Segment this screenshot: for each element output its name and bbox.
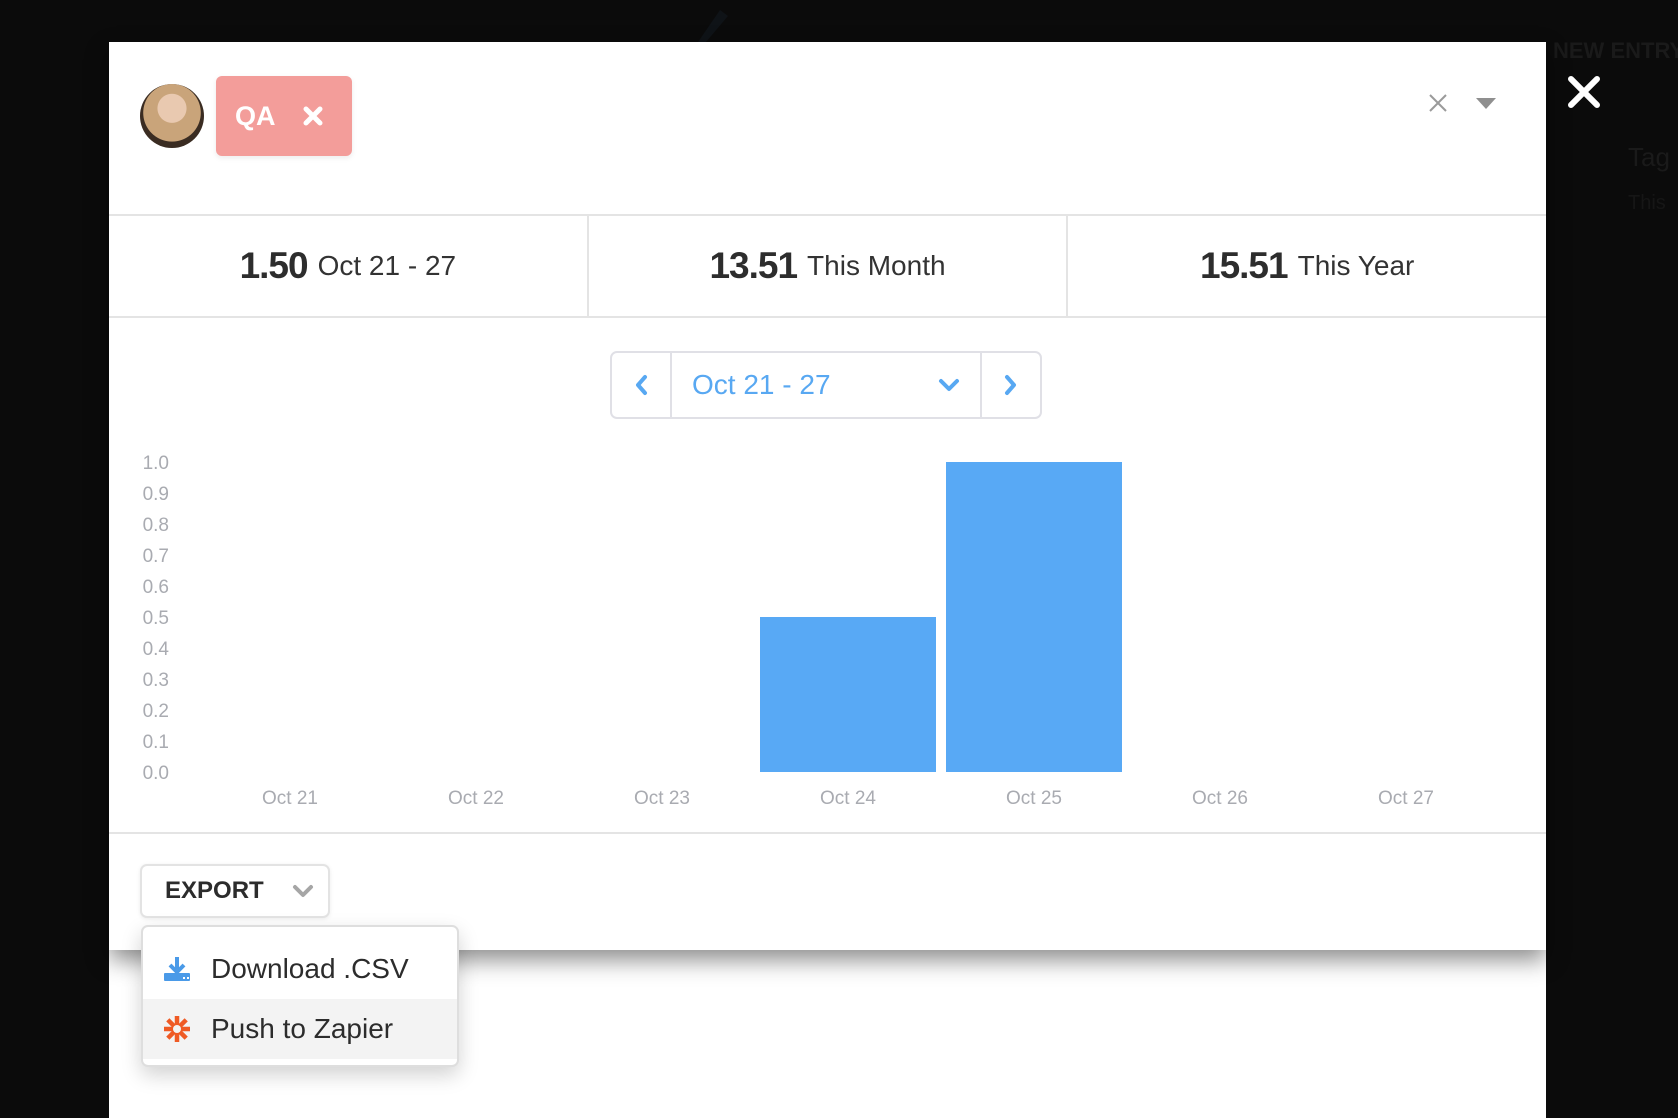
close-overlay-icon[interactable] <box>1566 74 1602 110</box>
chart-svg: 0.0 0.1 0.2 0.3 0.4 0.5 0.6 0.7 0.8 0.9 1.0 Oct 21 O… <box>143 453 1434 809</box>
range-select[interactable]: Oct 21 - 27 <box>672 353 980 417</box>
x-tick-label: Oct 22 <box>448 788 504 809</box>
tag-chip-label: QA <box>235 100 276 131</box>
stat-value: 13.51 <box>709 245 798 286</box>
next-range-button[interactable] <box>980 353 1040 417</box>
menu-item-label: Push to Zapier <box>211 1013 394 1044</box>
bg-this-label: This <box>1628 192 1666 214</box>
export-menu: Download .CSV Push to Zapier <box>141 925 459 1067</box>
bar[interactable] <box>946 462 1122 772</box>
y-tick-label: 0.8 <box>143 515 169 536</box>
export-button-label: EXPORT <box>165 877 264 904</box>
x-tick-label: Oct 23 <box>634 788 690 809</box>
pencil-logo-icon <box>698 10 728 42</box>
chevron-right-icon <box>1005 375 1016 395</box>
clear-icon[interactable] <box>1427 92 1449 114</box>
stats-row: 1.50 Oct 21 - 27 13.51 This Month 15.51 … <box>109 216 1546 318</box>
stat-week: 1.50 Oct 21 - 27 <box>109 216 589 316</box>
bar[interactable] <box>760 617 936 772</box>
chevron-down-icon <box>292 885 313 897</box>
menu-item-push-to-zapier[interactable]: Push to Zapier <box>143 999 457 1059</box>
y-tick-label: 0.3 <box>143 670 169 691</box>
y-tick-label: 0.2 <box>143 701 169 722</box>
remove-tag-icon[interactable] <box>302 105 324 127</box>
zapier-icon <box>164 1016 190 1042</box>
range-select-label: Oct 21 - 27 <box>692 369 831 400</box>
previous-range-button[interactable] <box>612 353 672 417</box>
y-tick-label: 1.0 <box>143 453 169 474</box>
download-icon <box>164 957 190 981</box>
chevron-down-icon <box>939 379 959 391</box>
y-tick-label: 0.1 <box>143 732 169 753</box>
hours-bar-chart: 0.0 0.1 0.2 0.3 0.4 0.5 0.6 0.7 0.8 0.9 1.0 Oct 21 O… <box>109 422 1546 832</box>
y-tick-label: 0.0 <box>143 763 169 784</box>
y-tick-label: 0.7 <box>143 546 169 567</box>
avatar <box>140 84 204 148</box>
y-tick-label: 0.6 <box>143 577 169 598</box>
y-tick-label: 0.4 <box>143 639 170 660</box>
y-tick-label: 0.5 <box>143 608 169 629</box>
stat-month: 13.51 This Month <box>589 216 1069 316</box>
caret-down-icon[interactable] <box>1475 96 1497 110</box>
export-button[interactable]: EXPORT <box>140 864 330 918</box>
y-tick-label: 0.9 <box>143 484 169 505</box>
stat-label: This Month <box>807 250 946 281</box>
tag-chip[interactable]: QA <box>216 76 352 156</box>
x-tick-label: Oct 24 <box>820 788 876 809</box>
x-tick-label: Oct 27 <box>1378 788 1434 809</box>
stat-label: This Year <box>1297 250 1415 281</box>
bg-tag-label: Tag <box>1628 142 1670 172</box>
stat-year: 15.51 This Year <box>1068 216 1546 316</box>
chevron-left-icon <box>636 375 647 395</box>
stat-label: Oct 21 - 27 <box>317 250 457 281</box>
x-tick-label: Oct 26 <box>1192 788 1248 809</box>
menu-item-download-csv[interactable]: Download .CSV <box>143 939 457 999</box>
tag-report-modal: QA 1.50 Oct 21 - 27 13.51 This Month 15.… <box>109 42 1546 950</box>
stat-value: 15.51 <box>1200 245 1289 286</box>
date-range-picker: Oct 21 - 27 <box>610 351 1042 419</box>
stat-value: 1.50 <box>239 245 309 286</box>
x-tick-label: Oct 21 <box>262 788 318 809</box>
modal-header: QA <box>109 42 1546 216</box>
x-tick-label: Oct 25 <box>1006 788 1062 809</box>
menu-item-label: Download .CSV <box>211 953 409 984</box>
new-entry-button-bg: NEW ENTRY <box>1553 38 1678 63</box>
footer-divider <box>109 832 1546 834</box>
